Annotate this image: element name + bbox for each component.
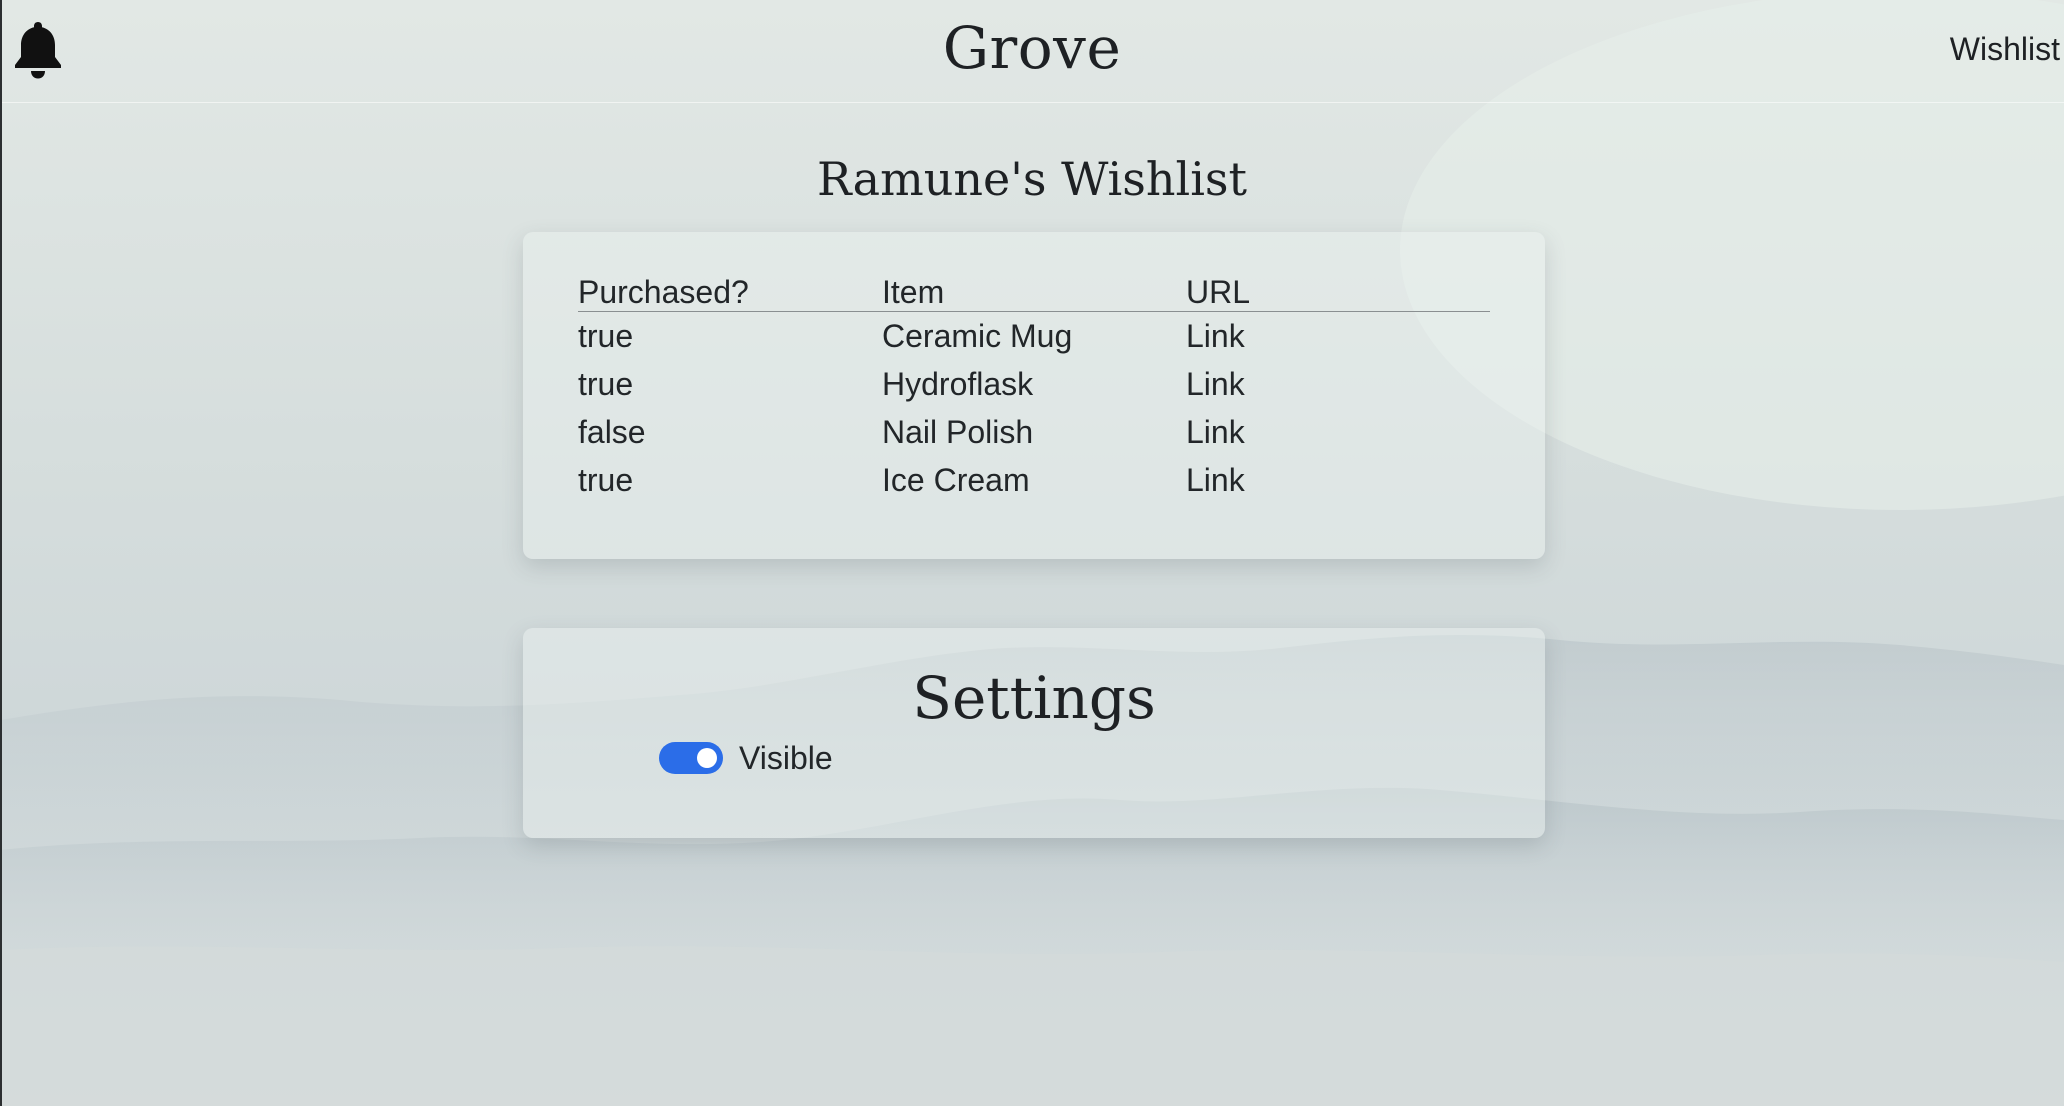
- url-link[interactable]: Link: [1186, 408, 1490, 456]
- visible-toggle-label[interactable]: Visible: [739, 740, 833, 777]
- url-link[interactable]: Link: [1186, 360, 1490, 408]
- table-row: true Hydroflask Link: [578, 360, 1490, 408]
- item-cell: Nail Polish: [882, 413, 1034, 450]
- column-header-item: Item: [882, 269, 1186, 312]
- settings-title: Settings: [912, 664, 1156, 732]
- window-edge: [0, 0, 2, 1106]
- table-header-row: Purchased? Item URL: [578, 269, 1490, 312]
- wishlist-card: Purchased? Item URL true Ceramic Mug Lin…: [523, 232, 1545, 559]
- visible-setting-row: Visible: [659, 740, 833, 776]
- purchased-cell: true: [578, 317, 634, 354]
- column-header-url: URL: [1186, 269, 1490, 312]
- visible-toggle[interactable]: [659, 742, 723, 774]
- page-title: Ramune's Wishlist: [816, 152, 1247, 206]
- item-cell: Ice Cream: [882, 461, 1030, 498]
- item-cell: Hydroflask: [882, 365, 1034, 402]
- brand-logo-text[interactable]: Grove: [0, 14, 2064, 82]
- top-navbar: Grove Wishlist: [0, 0, 2064, 103]
- url-link[interactable]: Link: [1186, 456, 1490, 504]
- url-link[interactable]: Link: [1186, 312, 1490, 361]
- toggle-knob: [697, 748, 717, 768]
- item-cell: Ceramic Mug: [882, 317, 1073, 354]
- purchased-cell: false: [578, 413, 646, 450]
- table-row: true Ice Cream Link: [578, 456, 1490, 504]
- purchased-cell: true: [578, 365, 634, 402]
- nav-link-wishlist[interactable]: Wishlist: [1950, 31, 2060, 68]
- column-header-purchased: Purchased?: [578, 269, 882, 312]
- wishlist-table: Purchased? Item URL true Ceramic Mug Lin…: [578, 269, 1490, 504]
- settings-card: Settings Visible: [523, 628, 1545, 838]
- table-row: false Nail Polish Link: [578, 408, 1490, 456]
- table-row: true Ceramic Mug Link: [578, 312, 1490, 361]
- purchased-cell: true: [578, 461, 634, 498]
